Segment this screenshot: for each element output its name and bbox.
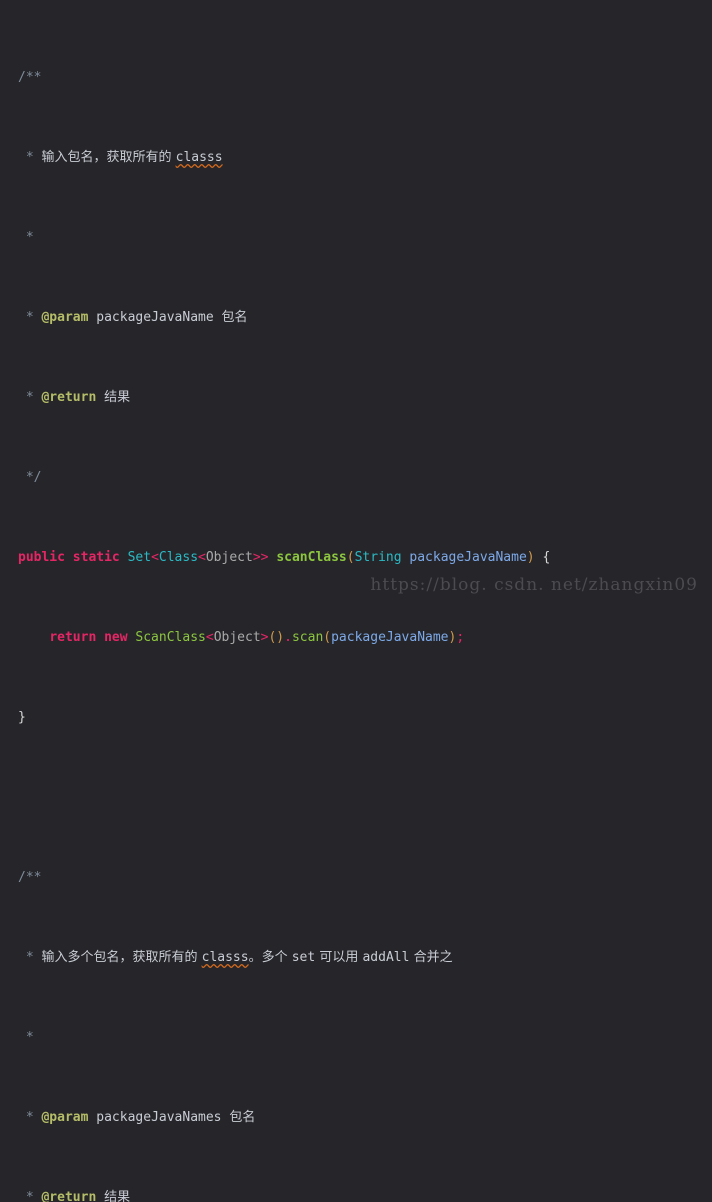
code-line: /** xyxy=(18,870,42,885)
code-line: * 输入多个包名，获取所有的 classs。多个 set 可以用 addAll … xyxy=(18,950,453,965)
code-line: * @param packageJavaNames 包名 xyxy=(18,1110,256,1125)
code-editor[interactable]: /** * 输入包名，获取所有的 classs * * @param packa… xyxy=(0,0,712,1202)
code-line: /** xyxy=(18,70,42,85)
code-line: public static Set<Class<Object>> scanCla… xyxy=(18,550,551,565)
code-line: } xyxy=(18,710,26,725)
code-line: */ xyxy=(18,470,42,485)
code-line: * @param packageJavaName 包名 xyxy=(18,310,248,325)
code-line: * @return 结果 xyxy=(18,1190,131,1202)
code-line: * xyxy=(18,1030,34,1045)
code-line: * @return 结果 xyxy=(18,390,131,405)
code-line: * xyxy=(18,230,34,245)
code-line: * 输入包名，获取所有的 classs xyxy=(18,150,223,165)
code-block[interactable]: /** * 输入包名，获取所有的 classs * * @param packa… xyxy=(0,8,712,1202)
code-line: return new ScanClass<Object>().scan(pack… xyxy=(49,630,465,645)
